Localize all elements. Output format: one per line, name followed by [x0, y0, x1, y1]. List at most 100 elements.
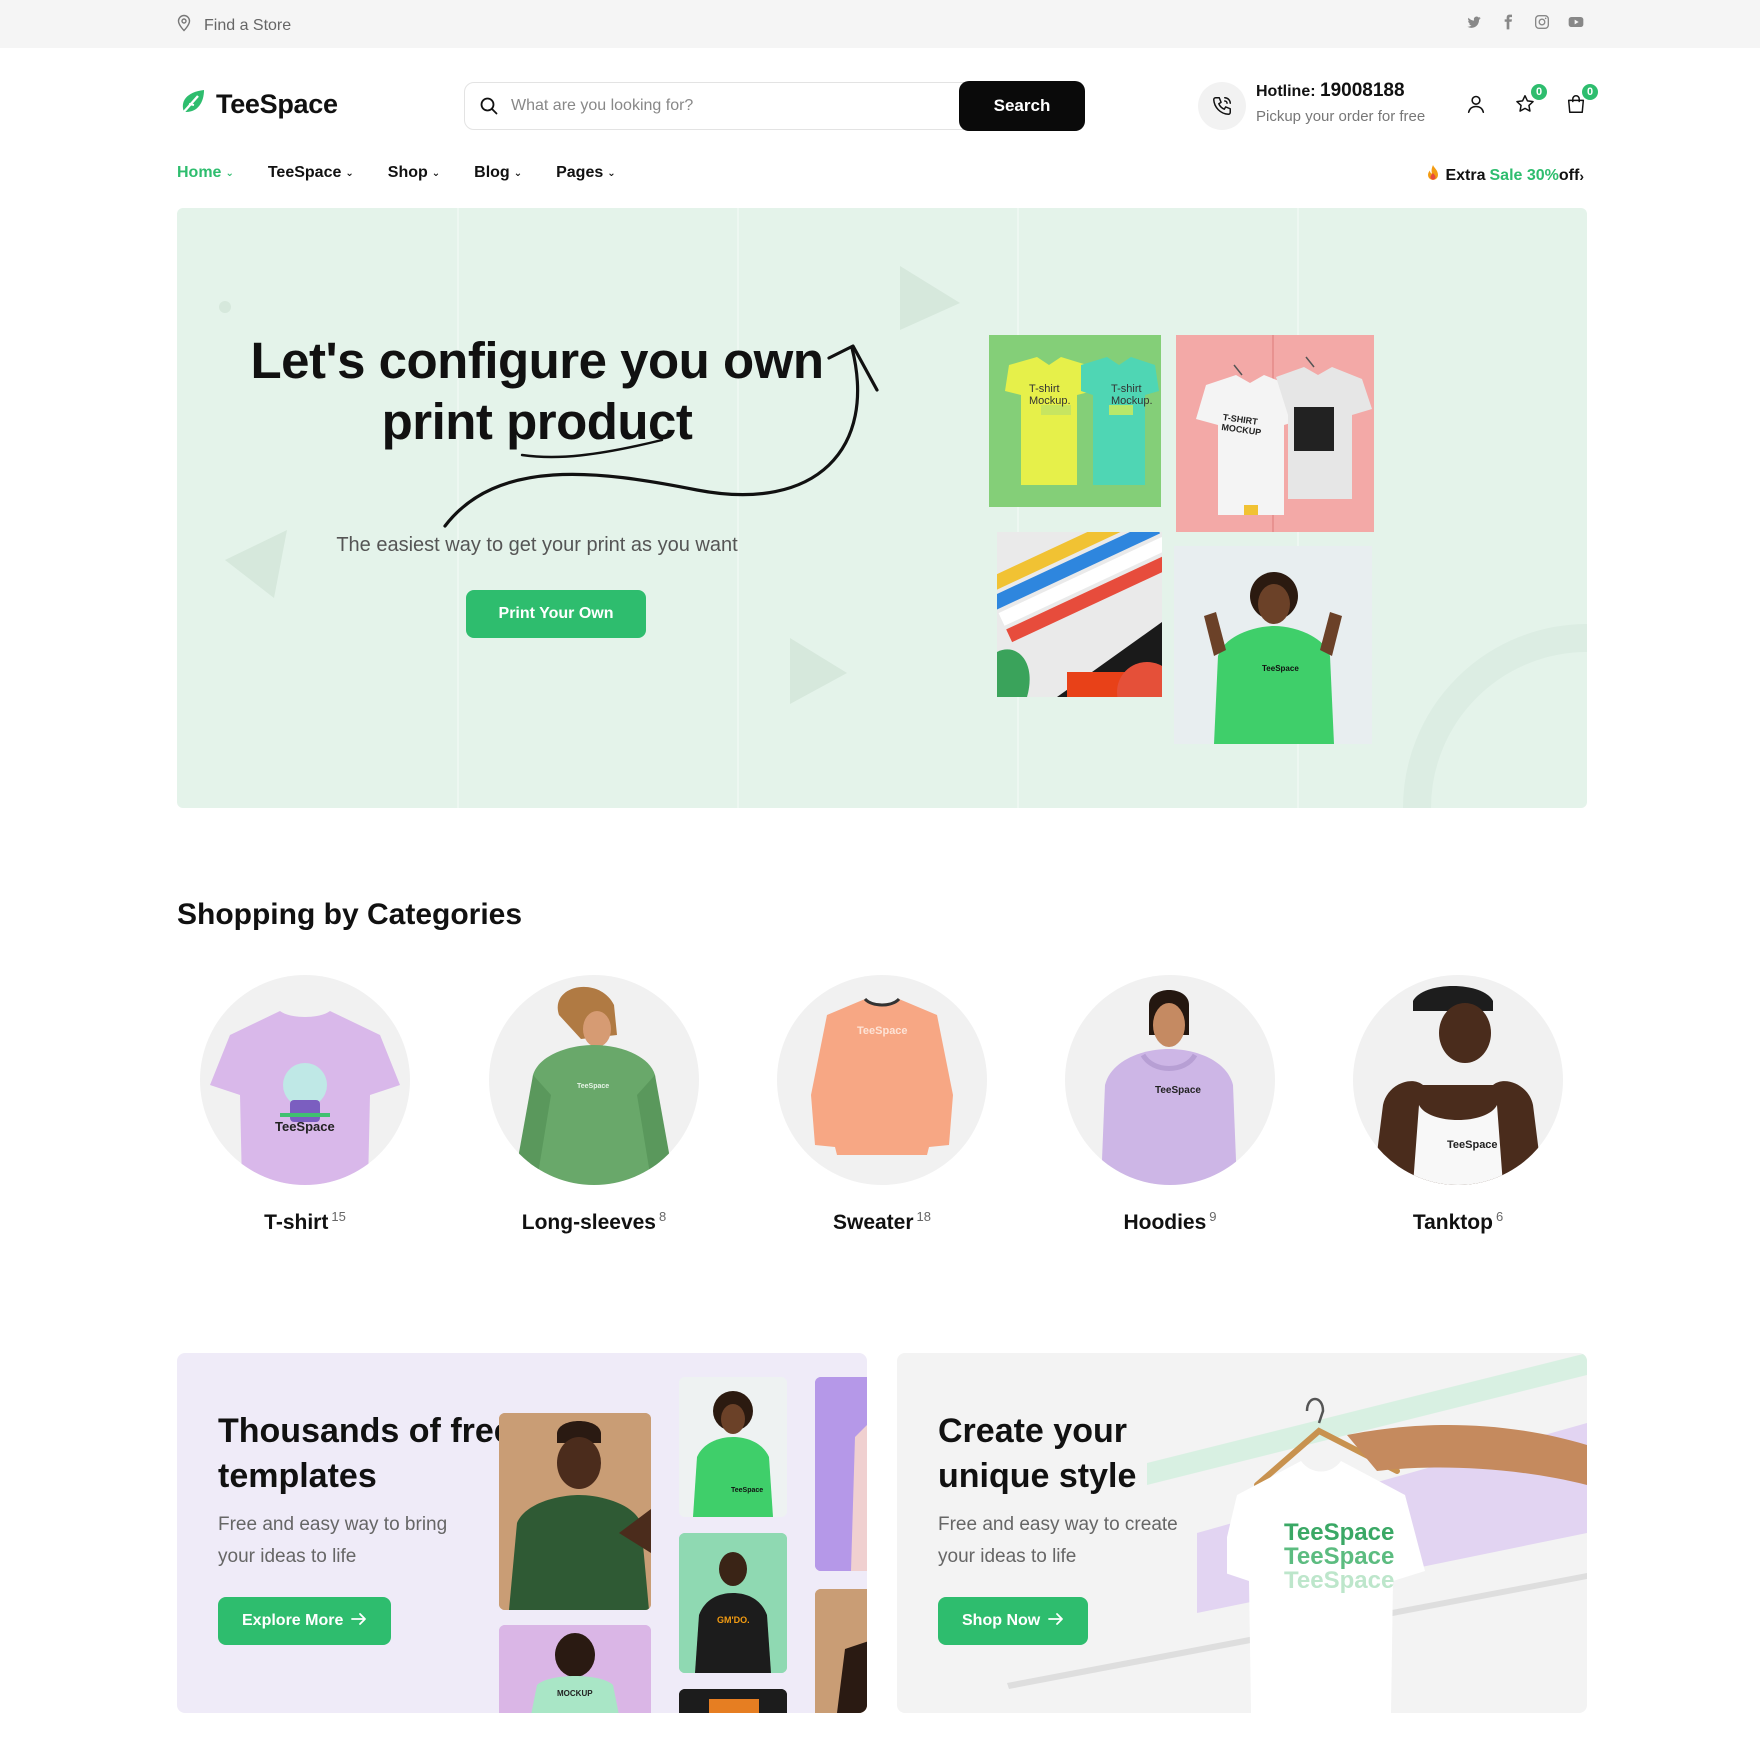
- logo-text: TeeSpace: [216, 89, 338, 119]
- category-count: 8: [658, 1209, 667, 1224]
- tank-print: TeeSpace: [1447, 1139, 1498, 1151]
- chevron-down-icon: ⌄: [431, 167, 441, 179]
- nav-item-blog[interactable]: Blog ⌄: [474, 164, 522, 182]
- nav-item-pages[interactable]: Pages ⌄: [556, 164, 616, 182]
- banner-title: Thousands of free templates: [218, 1412, 513, 1495]
- tshirt-mockup-image: T-shirt Mockup. T-shirt Mockup.: [989, 335, 1161, 507]
- template-thumb[interactable]: TeeSpace: [679, 1377, 787, 1517]
- facebook-icon[interactable]: [1500, 14, 1516, 30]
- category-count: 6: [1495, 1209, 1504, 1224]
- category-count: 15: [331, 1209, 346, 1224]
- chevron-right-icon: ›: [1579, 167, 1584, 184]
- templates-banner: Thousands of free templates Free and eas…: [177, 1353, 867, 1713]
- nav-item-home[interactable]: Home ⌄: [177, 164, 234, 182]
- mockup-label: T-shirt Mockup.: [1111, 383, 1153, 407]
- hotline-subtext: Pickup your order for free: [1256, 108, 1426, 125]
- category-name: Long-sleeves: [521, 1211, 656, 1234]
- hotline-number[interactable]: 19008188: [1320, 80, 1405, 101]
- location-pin-icon: [176, 14, 192, 37]
- category-name: T-shirt: [264, 1211, 329, 1234]
- shirt-print-line: TeeSpace: [1284, 1519, 1395, 1546]
- template-thumb[interactable]: MOCKUP: [499, 1625, 651, 1713]
- nav-item-shop[interactable]: Shop ⌄: [388, 164, 440, 182]
- shirt-print-line: TeeSpace: [1284, 1543, 1395, 1570]
- promo-suffix: off: [1558, 166, 1580, 184]
- promo-link[interactable]: Extra Sale 30% off ›: [1425, 164, 1584, 187]
- find-store-link[interactable]: Find a Store: [176, 14, 291, 37]
- nav-label: Home: [177, 164, 222, 181]
- category-image: TeeSpace: [1065, 975, 1275, 1185]
- leaf-logo-icon: [178, 88, 208, 121]
- categories-title: Shopping by Categories: [177, 898, 523, 931]
- category-name: Sweater: [832, 1211, 914, 1234]
- nav-label: Shop: [387, 164, 428, 181]
- hero-banner: Let's configure you own print product Th…: [177, 208, 1587, 808]
- site-logo[interactable]: TeeSpace: [178, 88, 338, 121]
- hanging-tshirt-image: TeeSpace TeeSpace TeeSpace: [1219, 1375, 1587, 1713]
- banner-subtitle: Free and easy way to bring your ideas to…: [218, 1514, 448, 1567]
- search-button[interactable]: Search: [959, 81, 1085, 131]
- unique-style-banner: Create your unique style Free and easy w…: [897, 1353, 1587, 1713]
- template-thumb[interactable]: [815, 1589, 867, 1713]
- nav-label: TeeSpace: [267, 164, 342, 181]
- shirt-print-line: TeeSpace: [1284, 1567, 1395, 1594]
- template-thumb[interactable]: [679, 1689, 787, 1713]
- template-thumb[interactable]: [815, 1377, 867, 1571]
- user-account-icon[interactable]: [1464, 92, 1488, 116]
- shirt-print: TeeSpace TeeSpace TeeSpace: [1284, 1521, 1394, 1593]
- thumb-print: TeeSpace: [731, 1487, 764, 1494]
- color-swatches-image: [997, 532, 1162, 697]
- chevron-down-icon: ⌄: [513, 167, 523, 179]
- thumb-print: MOCKUP: [557, 1689, 593, 1698]
- category-image: TeeSpace: [777, 975, 987, 1185]
- template-thumb[interactable]: GM'DO.: [679, 1533, 787, 1673]
- wishlist-count-badge: 0: [1531, 84, 1547, 100]
- category-tanktop[interactable]: TeeSpace Tanktop 6: [1353, 975, 1563, 1235]
- category-count: 9: [1209, 1209, 1217, 1224]
- fire-icon: [1425, 164, 1441, 187]
- find-store-label: Find a Store: [204, 16, 292, 34]
- main-nav: Home ⌄ TeeSpace ⌄ Shop ⌄ Blog ⌄ Pages ⌄: [177, 164, 650, 182]
- cart-bag-icon[interactable]: 0: [1564, 84, 1598, 116]
- arrow-right-icon: [1048, 1612, 1064, 1631]
- promo-highlight: Sale 30%: [1489, 166, 1559, 184]
- category-name: Tanktop: [1412, 1211, 1493, 1234]
- print-your-own-button[interactable]: Print Your Own: [466, 590, 646, 638]
- chevron-down-icon: ⌄: [345, 167, 354, 179]
- category-sweater[interactable]: TeeSpace Sweater 18: [777, 975, 987, 1235]
- instagram-icon[interactable]: [1534, 14, 1550, 30]
- wishlist-star-icon[interactable]: 0: [1513, 84, 1547, 116]
- category-count: 18: [916, 1209, 931, 1224]
- twitter-icon[interactable]: [1466, 14, 1482, 30]
- man-green-hoodie-image: TeeSpace: [1174, 546, 1372, 744]
- hoodie-print: TeeSpace: [1155, 1085, 1201, 1096]
- phone-icon: [1198, 82, 1246, 130]
- template-thumb[interactable]: [499, 1413, 651, 1610]
- button-label: Shop Now: [962, 1612, 1041, 1629]
- category-image: TeeSpace: [200, 975, 410, 1185]
- nav-label: Pages: [556, 164, 604, 181]
- arrow-right-icon: [351, 1612, 367, 1631]
- search-icon: [479, 96, 499, 116]
- social-links: [1466, 14, 1584, 30]
- shirt-print: TeeSpace: [577, 1083, 610, 1090]
- banner-title: Create your unique style: [938, 1412, 1137, 1495]
- category-hoodies[interactable]: TeeSpace Hoodies 9: [1065, 975, 1275, 1235]
- cart-count-badge: 0: [1582, 84, 1598, 100]
- search-input[interactable]: [511, 97, 931, 115]
- category-name: Hoodies: [1123, 1211, 1207, 1234]
- hero-arrow-swoosh: [443, 344, 879, 528]
- category-tshirt[interactable]: TeeSpace T-shirt 15: [200, 975, 410, 1235]
- shirt-print: TeeSpace: [275, 1119, 335, 1134]
- nav-item-teespace[interactable]: TeeSpace ⌄: [268, 164, 354, 182]
- hanger-tshirt-image: T-SHIRT MOCKUP: [1176, 335, 1374, 532]
- shop-now-button[interactable]: Shop Now: [938, 1597, 1089, 1645]
- button-label: Explore More: [242, 1612, 344, 1629]
- mockup-label: T-shirt Mockup.: [1029, 383, 1071, 407]
- explore-more-button[interactable]: Explore More: [218, 1597, 392, 1645]
- category-long-sleeves[interactable]: TeeSpace Long-sleeves 8: [489, 975, 699, 1235]
- chevron-down-icon: ⌄: [607, 167, 616, 179]
- thumb-print: GM'DO.: [717, 1615, 750, 1625]
- top-bar: Find a Store: [0, 0, 1760, 48]
- youtube-icon[interactable]: [1568, 14, 1584, 30]
